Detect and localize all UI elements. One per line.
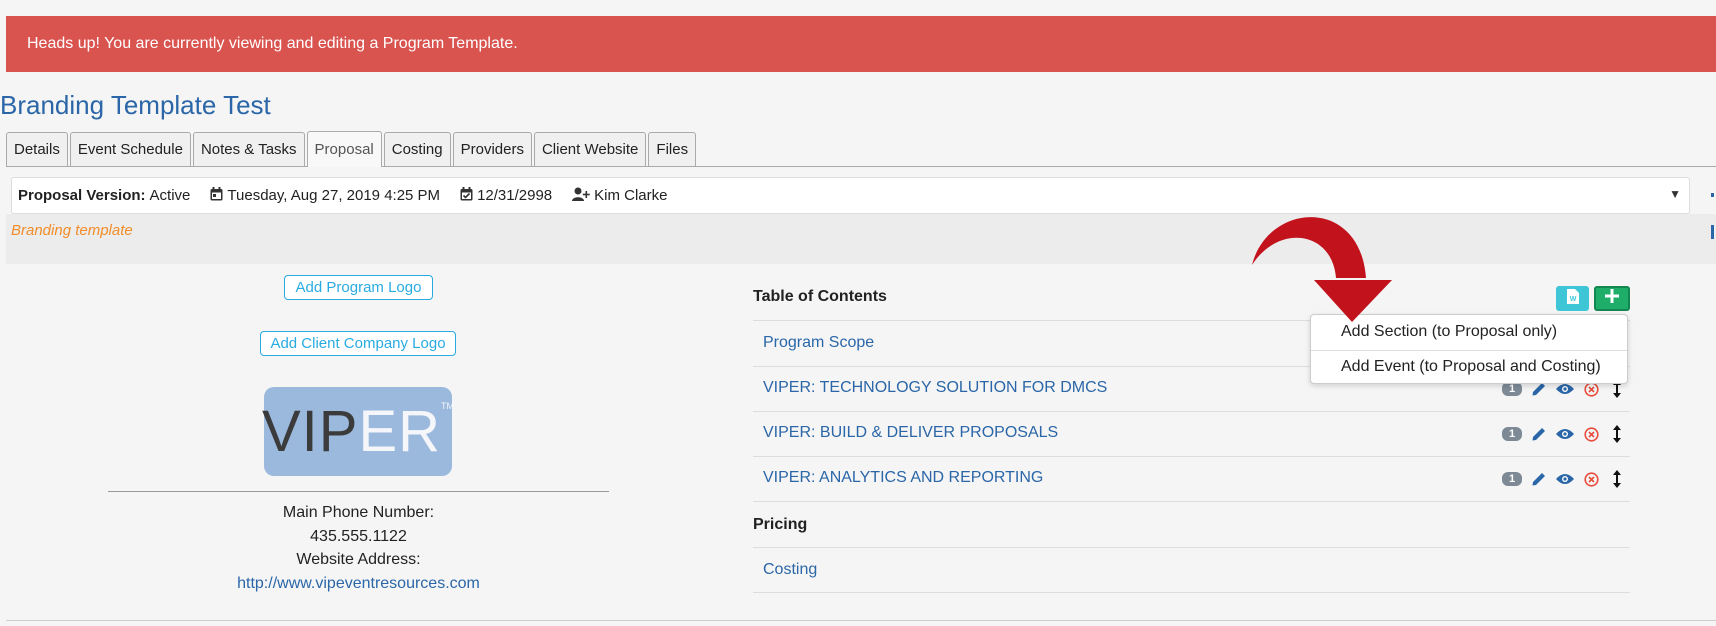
calendar-icon [210, 187, 223, 204]
add-event-option[interactable]: Add Event (to Proposal and Costing) [1341, 358, 1601, 376]
phone-label: Main Phone Number: [282, 504, 435, 521]
plus-icon [1605, 289, 1619, 308]
pricing-item-costing[interactable]: Costing [763, 561, 817, 579]
word-doc-icon: W [1566, 288, 1579, 309]
page-title: Branding Template Test [0, 90, 271, 120]
add-section-option[interactable]: Add Section (to Proposal only) [1341, 323, 1557, 341]
calendar-check-icon [460, 187, 473, 204]
version-status-value: Active [149, 187, 191, 204]
delete-circle-icon[interactable] [1582, 425, 1600, 443]
edge-marker [1711, 193, 1714, 197]
template-alert: Heads up! You are currently viewing and … [6, 16, 1716, 72]
contact-divider [108, 491, 609, 492]
pencil-icon[interactable] [1530, 470, 1548, 488]
toc-divider [753, 501, 1630, 502]
add-client-logo-button[interactable]: Add Client Company Logo [260, 331, 456, 356]
user-plus-icon [572, 187, 590, 204]
logo-trademark: TM [441, 400, 455, 411]
tab-notes-tasks[interactable]: Notes & Tasks [192, 132, 305, 166]
count-badge: 1 [1502, 382, 1522, 396]
toc-item-build-deliver[interactable]: VIPER: BUILD & DELIVER PROPOSALS [763, 424, 1058, 442]
tab-bar: Details Event Schedule Notes & Tasks Pro… [6, 131, 1716, 167]
pricing-divider [753, 547, 1630, 548]
add-menu-dropdown: Add Section (to Proposal only) Add Event… [1310, 314, 1628, 384]
toc-divider [753, 411, 1630, 412]
pencil-icon[interactable] [1530, 425, 1548, 443]
eye-icon[interactable] [1556, 425, 1574, 443]
website-label: Website Address: [296, 551, 421, 568]
count-badge: 1 [1502, 427, 1522, 441]
top-strip [0, 0, 1716, 16]
add-program-logo-button[interactable]: Add Program Logo [284, 275, 433, 300]
delete-circle-icon[interactable] [1582, 470, 1600, 488]
version-created-date: Tuesday, Aug 27, 2019 4:25 PM [227, 187, 441, 204]
move-vertical-icon[interactable] [1608, 470, 1626, 488]
version-label: Proposal Version: [18, 187, 146, 204]
branding-note: Branding template [11, 222, 133, 239]
row-actions: 1 [1502, 470, 1634, 488]
add-item-button[interactable] [1594, 286, 1630, 311]
callout-arrow-icon [1252, 217, 1392, 322]
tab-details[interactable]: Details [6, 132, 68, 166]
row-actions: 1 [1502, 425, 1634, 443]
tab-costing[interactable]: Costing [383, 132, 451, 166]
edge-marker-2 [1711, 225, 1714, 239]
alert-text: Heads up! You are currently viewing and … [27, 35, 518, 52]
count-badge: 1 [1502, 472, 1522, 486]
toc-divider [753, 456, 1630, 457]
tab-client-website[interactable]: Client Website [533, 132, 647, 166]
toc-item-technology-solution[interactable]: VIPER: TECHNOLOGY SOLUTION FOR DMCS [763, 379, 1107, 397]
menu-divider [1311, 350, 1627, 351]
tab-providers[interactable]: Providers [452, 132, 532, 166]
toc-item-program-scope[interactable]: Program Scope [763, 334, 874, 352]
branding-band [6, 214, 1716, 264]
toc-title: Table of Contents [753, 288, 887, 305]
tab-proposal[interactable]: Proposal [306, 131, 382, 167]
version-status: Proposal Version: Active [18, 187, 190, 204]
logo-wordmark: VIPER [261, 399, 442, 464]
pricing-divider [753, 592, 1630, 593]
export-word-button[interactable]: W [1556, 286, 1589, 311]
move-vertical-icon[interactable] [1608, 425, 1626, 443]
toc-item-analytics-reporting[interactable]: VIPER: ANALYTICS AND REPORTING [763, 469, 1043, 487]
phone-number: 435.555.1122 [310, 528, 407, 545]
version-due-date: 12/31/2998 [477, 187, 553, 204]
version-owner: Kim Clarke [572, 187, 668, 204]
version-created: Tuesday, Aug 27, 2019 4:25 PM [210, 187, 440, 204]
program-logo: VIPER TM [261, 387, 455, 476]
version-due: 12/31/2998 [460, 187, 552, 204]
svg-text:W: W [1569, 296, 1576, 303]
proposal-version-select[interactable]: Proposal Version: Active Tuesday, Aug 27… [11, 177, 1690, 214]
version-owner-name: Kim Clarke [594, 187, 668, 204]
chevron-down-icon: ▼ [1669, 187, 1681, 201]
eye-icon[interactable] [1556, 470, 1574, 488]
website-link[interactable]: http://www.vipeventresources.com [108, 575, 609, 593]
tab-event-schedule[interactable]: Event Schedule [69, 132, 191, 166]
bottom-divider [6, 620, 1716, 621]
pricing-title: Pricing [753, 516, 808, 533]
tab-files[interactable]: Files [648, 132, 697, 166]
